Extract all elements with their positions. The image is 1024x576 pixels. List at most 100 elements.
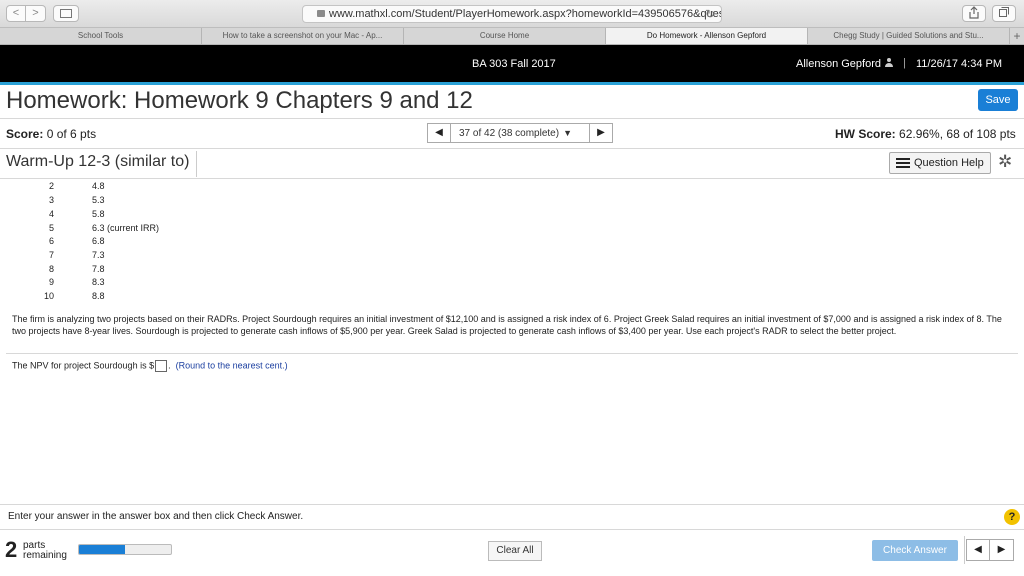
previous-question-button[interactable]: ◀	[427, 123, 451, 143]
table-cell-value: 6.8	[92, 236, 105, 246]
question-help-label: Question Help	[914, 157, 984, 169]
npv-prefix: The NPV for project Sourdough is $	[12, 360, 155, 371]
question-selector[interactable]: 37 of 42 (38 complete) ▼	[451, 123, 589, 143]
table-cell-value: 5.3	[92, 195, 105, 205]
person-icon	[885, 58, 893, 68]
problem-text: The firm is analyzing two projects based…	[12, 314, 1002, 336]
table-cell-index: 9	[48, 277, 54, 287]
parts-progress-bar	[78, 544, 172, 555]
parts-label-line2: remaining	[23, 550, 67, 561]
previous-question-button[interactable]: ◀	[966, 539, 990, 561]
table-row: 8 7.8	[0, 264, 300, 277]
table-cell-value: 4.8	[92, 181, 105, 191]
course-header: BA 303 Fall 2017 Allenson Gepford | 11/2…	[0, 45, 1024, 82]
table-cell-value: 6.3 (current IRR)	[92, 223, 160, 233]
header-separator: |	[903, 57, 906, 69]
next-question-button[interactable]: ▶	[589, 123, 613, 143]
table-row: 7 7.3	[0, 250, 300, 263]
table-cell-value: 7.3	[92, 250, 105, 260]
caret-down-icon: ▼	[563, 128, 572, 138]
divider	[0, 178, 1024, 179]
table-cell-value: 7.8	[92, 264, 105, 274]
table-cell-index: 5	[48, 223, 54, 233]
course-name: BA 303 Fall 2017	[472, 58, 556, 70]
sidebar-icon	[60, 9, 72, 18]
divider	[0, 148, 1024, 149]
table-row: 3 5.3	[0, 195, 300, 208]
score-label: Score:	[6, 127, 44, 141]
divider	[196, 151, 197, 177]
history-buttons: < >	[6, 5, 46, 22]
table-cell-value: 8.3	[92, 277, 105, 287]
question-navigator: ◀ 37 of 42 (38 complete) ▼ ▶	[427, 123, 613, 143]
back-button[interactable]: <	[6, 5, 26, 22]
npv-suffix: .	[168, 360, 171, 371]
table-row: 2 4.8	[0, 181, 300, 194]
tab-course-home[interactable]: Course Home	[404, 28, 606, 44]
answer-instruction: Enter your answer in the answer box and …	[8, 511, 304, 522]
divider	[0, 118, 1024, 119]
share-icon	[969, 6, 979, 19]
hw-score-label: HW Score:	[835, 127, 896, 141]
table-cell-value: 8.8	[92, 291, 105, 301]
forward-button[interactable]: >	[26, 5, 46, 22]
tab-screenshot-mac[interactable]: How to take a screenshot on your Mac - A…	[202, 28, 404, 44]
hw-score: HW Score: 62.96%, 68 of 108 pts	[835, 127, 1016, 141]
new-tab-button[interactable]: +	[1010, 28, 1024, 44]
table-row: 4 5.8	[0, 209, 300, 222]
sidebar-toggle-button[interactable]	[53, 5, 79, 22]
tabs-icon	[999, 7, 1009, 17]
check-answer-button[interactable]: Check Answer	[872, 540, 958, 561]
table-row: 5 6.3 (current IRR)	[0, 223, 300, 236]
progress-fill	[79, 545, 125, 554]
parts-remaining-label: parts remaining	[23, 541, 67, 561]
rounding-hint: (Round to the nearest cent.)	[175, 360, 288, 371]
user-name[interactable]: Allenson Gepford	[796, 58, 881, 70]
browser-toolbar: < > www.mathxl.com/Student/PlayerHomewor…	[0, 0, 1024, 28]
table-cell-index: 8	[48, 264, 54, 274]
table-cell-index: 6	[48, 236, 54, 246]
question-help-button[interactable]: Question Help	[889, 152, 991, 174]
hw-score-value: 62.96%, 68 of 108 pts	[899, 127, 1016, 141]
table-cell-index: 3	[48, 195, 54, 205]
url-text: www.mathxl.com/Student/PlayerHomework.as…	[329, 8, 722, 20]
header-accent-line	[0, 82, 1024, 85]
next-question-button[interactable]: ▶	[990, 539, 1014, 561]
date-time: 11/26/17 4:34 PM	[916, 58, 1003, 70]
score: Score: 0 of 6 pts	[6, 127, 96, 141]
question-title: Warm-Up 12-3 (similar to)	[6, 153, 190, 170]
list-icon	[896, 158, 910, 168]
divider	[6, 353, 1018, 354]
lock-icon	[317, 10, 325, 17]
npv-question: The NPV for project Sourdough is $. (Rou…	[12, 360, 288, 372]
address-bar[interactable]: www.mathxl.com/Student/PlayerHomework.as…	[302, 5, 722, 23]
divider	[0, 529, 1024, 530]
table-cell-index: 7	[48, 250, 54, 260]
table-row: 9 8.3	[0, 277, 300, 290]
help-icon[interactable]: ?	[1004, 509, 1020, 525]
page-title: Homework: Homework 9 Chapters 9 and 12	[6, 87, 473, 114]
clear-all-button[interactable]: Clear All	[488, 541, 542, 561]
tabs-overview-button[interactable]	[992, 5, 1016, 22]
bottom-question-navigator: ◀ ▶	[966, 539, 1014, 561]
save-button[interactable]: Save	[978, 89, 1018, 111]
gear-icon[interactable]: ✲	[998, 152, 1012, 172]
table-row: 10 8.8	[0, 291, 300, 304]
tab-bar: School Tools How to take a screenshot on…	[0, 28, 1024, 45]
table-cell-index: 2	[48, 181, 54, 191]
score-value: 0 of 6 pts	[46, 127, 97, 141]
npv-answer-input[interactable]	[155, 360, 168, 372]
table-cell-value: 5.8	[92, 209, 105, 219]
table-cell-index: 4	[48, 209, 54, 219]
table-cell-index: 10	[43, 291, 54, 301]
table-row: 6 6.8	[0, 236, 300, 249]
parts-remaining-count: 2	[5, 537, 18, 562]
tab-school-tools[interactable]: School Tools	[0, 28, 202, 44]
divider	[0, 504, 1024, 505]
share-button[interactable]	[962, 5, 986, 22]
reload-icon[interactable]: ↻	[705, 6, 715, 22]
tab-chegg-study[interactable]: Chegg Study | Guided Solutions and Stu..…	[808, 28, 1010, 44]
tab-do-homework[interactable]: Do Homework - Allenson Gepford	[606, 28, 808, 44]
divider	[964, 536, 965, 564]
question-selector-label: 37 of 42 (38 complete)	[459, 128, 560, 139]
